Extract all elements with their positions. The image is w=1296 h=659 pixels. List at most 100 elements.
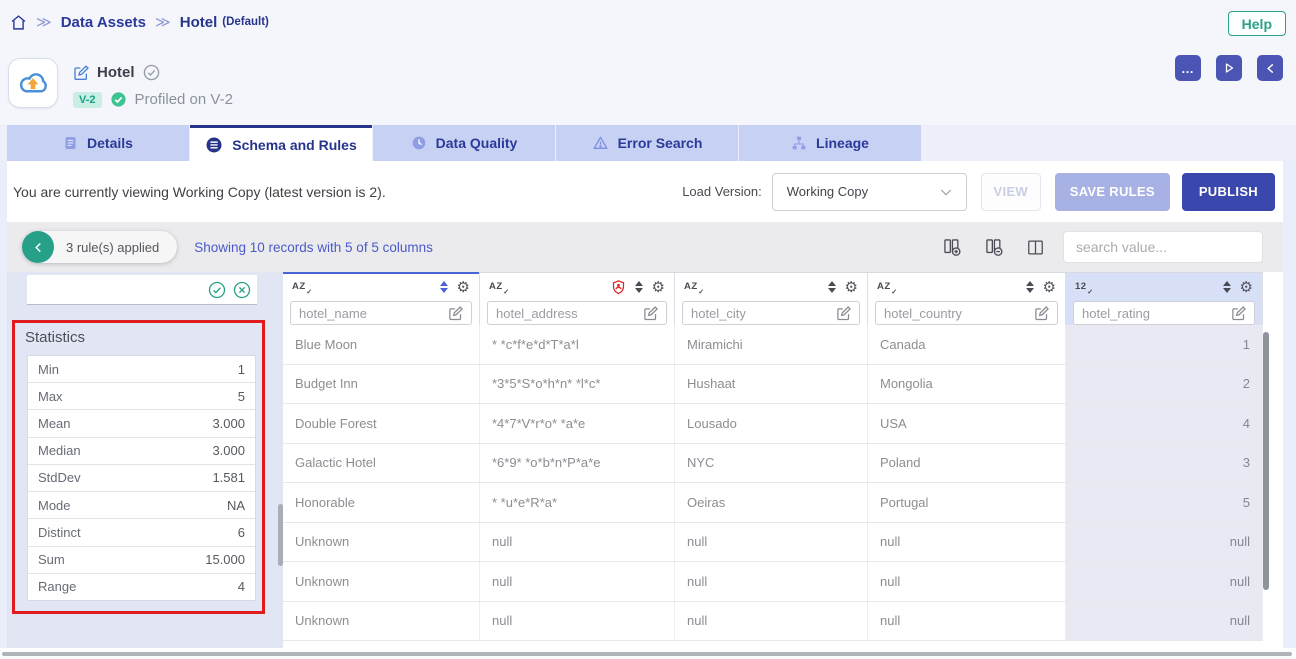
version-bar: You are currently viewing Working Copy (… <box>7 161 1283 222</box>
edit-column-icon[interactable] <box>448 306 463 321</box>
column-name-input[interactable]: hotel_rating <box>1073 301 1255 325</box>
profiled-status: Profiled on V-2 <box>135 91 233 108</box>
cell-hotel_address: *3*5*S*o*h*n* *l*c* <box>480 365 675 404</box>
column-name-input[interactable]: hotel_address <box>487 301 667 325</box>
collapse-panel-button[interactable] <box>1257 55 1283 81</box>
search-input[interactable] <box>1063 231 1263 263</box>
string-type-icon: AZ✓ <box>489 282 509 292</box>
collapse-rules-icon[interactable] <box>22 231 54 263</box>
column-settings-gear-icon[interactable]: ⚙ <box>457 280 470 295</box>
column-name-input[interactable]: hotel_country <box>875 301 1058 325</box>
column-name-row: hotel_country <box>868 301 1065 326</box>
column-header-icons: 12✓ ⚙ <box>1066 273 1262 301</box>
edit-column-icon[interactable] <box>1231 306 1246 321</box>
panel-scrollbar[interactable] <box>278 504 283 566</box>
data-grid: AZ✓ ⚙ hotel_name AZ✓ ⚙ hotel_address AZ✓ ⚙ hotel… <box>283 272 1263 648</box>
more-options-button[interactable]: … <box>1175 55 1201 81</box>
cell-hotel_country: Poland <box>868 444 1066 483</box>
tab-error-search[interactable]: Error Search <box>556 125 738 161</box>
table-row[interactable]: Unknownnullnullnullnull <box>283 523 1263 563</box>
edit-column-icon[interactable] <box>643 306 658 321</box>
records-summary: Showing 10 records with 5 of 5 columns <box>194 240 942 255</box>
breadcrumb-data-assets[interactable]: Data Assets <box>61 14 146 31</box>
cell-hotel_address: * *c*f*e*d*T*a*l <box>480 325 675 364</box>
edit-title-icon[interactable] <box>73 65 89 81</box>
statistic-row-distinct: Distinct6 <box>28 519 255 546</box>
column-header-icons: AZ✓ ⚙ <box>675 273 867 301</box>
dq-alert-shield-icon[interactable] <box>611 279 626 295</box>
horizontal-scrollbar[interactable] <box>2 652 1292 656</box>
column-name-input[interactable]: hotel_city <box>682 301 860 325</box>
column-settings-gear-icon[interactable]: ⚙ <box>1240 280 1253 295</box>
statistic-value: 6 <box>238 525 245 540</box>
cell-hotel_city: Oeiras <box>675 483 868 522</box>
breadcrumb-default-suffix: (Default) <box>222 16 269 28</box>
column-settings-gear-icon[interactable]: ⚙ <box>1043 280 1056 295</box>
publish-button[interactable]: PUBLISH <box>1182 173 1275 211</box>
help-button[interactable]: Help <box>1228 11 1286 36</box>
cell-hotel_address: null <box>480 523 675 562</box>
lineage-icon <box>791 135 807 151</box>
tab-details[interactable]: Details <box>7 125 189 161</box>
edit-column-icon[interactable] <box>836 306 851 321</box>
table-row[interactable]: Budget Inn*3*5*S*o*h*n* *l*c*HushaatMong… <box>283 365 1263 405</box>
rules-applied-pill[interactable]: 3 rule(s) applied <box>22 231 177 263</box>
numeric-type-icon: 12✓ <box>1075 282 1093 292</box>
asset-header: Hotel V-2 Profiled on V-2 … <box>0 44 1296 125</box>
run-profile-button[interactable] <box>1216 55 1242 81</box>
string-type-icon: AZ✓ <box>292 282 312 292</box>
rule-expression-box[interactable] <box>27 275 257 305</box>
edit-column-icon[interactable] <box>1034 306 1049 321</box>
tab-lineage[interactable]: Lineage <box>739 125 921 161</box>
table-row[interactable]: Double Forest*4*7*V*r*o* *a*eLousadoUSA4 <box>283 404 1263 444</box>
view-button[interactable]: VIEW <box>981 173 1041 211</box>
column-header-hotel_name: AZ✓ ⚙ hotel_name <box>283 273 480 325</box>
cell-hotel_address: null <box>480 562 675 601</box>
home-icon[interactable] <box>10 14 27 31</box>
column-settings-gear-icon[interactable]: ⚙ <box>845 280 858 295</box>
remove-column-icon[interactable] <box>984 237 1004 257</box>
tab-label: Schema and Rules <box>232 137 357 153</box>
table-row[interactable]: Unknownnullnullnullnull <box>283 602 1263 642</box>
sort-icon[interactable] <box>1026 281 1034 294</box>
sort-icon[interactable] <box>635 281 643 294</box>
sort-icon[interactable] <box>828 281 836 294</box>
tab-label: Error Search <box>618 135 703 151</box>
cell-hotel_address: * *u*e*R*a* <box>480 483 675 522</box>
table-row[interactable]: Blue Moon* *c*f*e*d*T*a*lMiramichiCanada… <box>283 325 1263 365</box>
column-settings-gear-icon[interactable]: ⚙ <box>652 280 665 295</box>
cell-hotel_address: *4*7*V*r*o* *a*e <box>480 404 675 443</box>
column-name-row: hotel_name <box>283 301 479 326</box>
vertical-scrollbar[interactable] <box>1263 332 1269 590</box>
verified-circle-check-icon[interactable] <box>143 64 160 81</box>
cell-hotel_country: USA <box>868 404 1066 443</box>
table-row[interactable]: Unknownnullnullnullnull <box>283 562 1263 602</box>
split-view-icon[interactable] <box>1026 238 1045 257</box>
main-area: Statistics Min1Max5Mean3.000Median3.000S… <box>7 272 1283 648</box>
apply-check-icon[interactable] <box>208 281 226 299</box>
add-column-icon[interactable] <box>942 237 962 257</box>
column-header-hotel_city: AZ✓ ⚙ hotel_city <box>675 273 868 325</box>
column-name: hotel_rating <box>1082 306 1231 321</box>
warning-icon <box>592 135 609 151</box>
statistic-value: 1 <box>238 362 245 377</box>
tab-label: Details <box>87 135 133 151</box>
table-row[interactable]: Honorable* *u*e*R*a*OeirasPortugal5 <box>283 483 1263 523</box>
save-rules-button[interactable]: SAVE RULES <box>1055 173 1170 211</box>
load-version-select[interactable]: Working Copy <box>772 173 967 211</box>
schema-icon <box>205 136 223 154</box>
statistic-row-range: Range4 <box>28 574 255 600</box>
cancel-x-icon[interactable] <box>233 281 251 299</box>
tab-data-quality[interactable]: Data Quality <box>373 125 555 161</box>
statistic-row-mean: Mean3.000 <box>28 410 255 437</box>
column-name-input[interactable]: hotel_name <box>290 301 472 325</box>
table-row[interactable]: Galactic Hotel*6*9* *o*b*n*P*a*eNYCPolan… <box>283 444 1263 484</box>
chevron-down-icon <box>938 184 954 200</box>
sort-icon[interactable] <box>1223 281 1231 294</box>
string-type-icon: AZ✓ <box>684 282 704 292</box>
sort-icon[interactable] <box>440 281 448 294</box>
tab-schema-and-rules[interactable]: Schema and Rules <box>190 125 372 161</box>
cell-hotel_rating: null <box>1066 523 1263 562</box>
tab-label: Data Quality <box>436 135 518 151</box>
breadcrumb-hotel[interactable]: Hotel <box>180 14 218 31</box>
